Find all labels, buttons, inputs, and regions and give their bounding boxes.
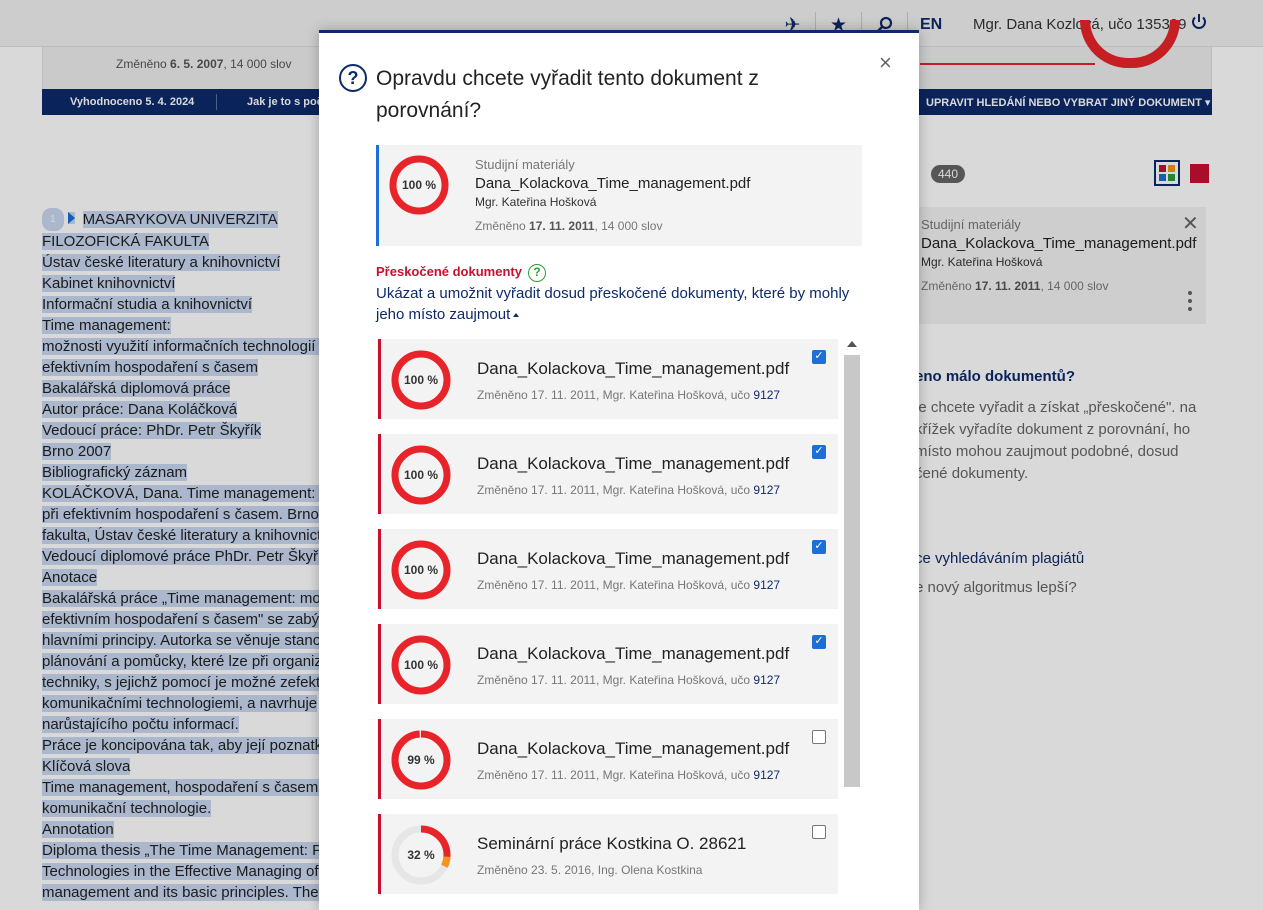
close-button[interactable]: × [879,50,892,76]
item-meta-text: Změněno 17. 11. 2011, Mgr. Kateřina Hošk… [477,578,754,592]
author-id-link[interactable]: 9127 [753,578,780,592]
item-filename[interactable]: Dana_Kolackova_Time_management.pdf [477,549,789,569]
author-id-link[interactable]: 9127 [753,483,780,497]
item-checkbox[interactable]: ✓ [812,350,826,364]
author-id-link[interactable]: 9127 [753,768,780,782]
ring-percent-label: 100 % [404,468,438,482]
skipped-document-item[interactable]: 100 % Dana_Kolackova_Time_management.pdf Z… [378,529,838,609]
item-checkbox[interactable]: ✓ [812,445,826,459]
item-meta: Změněno 17. 11. 2011, Mgr. Kateřina Hošk… [477,483,780,497]
similarity-ring: 32 % [391,825,451,885]
item-checkbox[interactable] [812,730,826,744]
ring-percent-label: 99 % [407,753,435,767]
confirm-remove-dialog: ? Opravdu chcete vyřadit tento dokument … [319,30,919,910]
ring-percent-label: 100 % [404,373,438,387]
skipped-document-item[interactable]: 32 % Seminární práce Kostkina O. 28621 Změ… [378,814,838,894]
item-filename[interactable]: Dana_Kolackova_Time_management.pdf [477,739,789,759]
skipped-document-item[interactable]: 99 % Dana_Kolackova_Time_management.pdf Zm… [378,719,838,799]
similarity-ring: 100 % [391,350,451,410]
similarity-ring: 99 % [391,730,451,790]
item-meta: Změněno 17. 11. 2011, Mgr. Kateřina Hošk… [477,388,780,402]
similarity-ring: 100 % [391,540,451,600]
caret-up-icon [513,313,520,317]
item-meta: Změněno 17. 11. 2011, Mgr. Kateřina Hošk… [477,578,780,592]
ring-percent-label: 100 % [402,178,436,192]
scrollbar-thumb[interactable] [844,355,860,787]
item-meta-text: Změněno 23. 5. 2016, Ing. Olena Kostkina [477,863,703,877]
skipped-documents-heading: Přeskočené dokumenty [376,264,522,279]
author-id-link[interactable]: 9127 [753,388,780,402]
item-meta-text: Změněno 17. 11. 2011, Mgr. Kateřina Hošk… [477,483,754,497]
document-changed: Změněno 17. 11. 2011, 14 000 slov [475,219,663,233]
item-checkbox[interactable]: ✓ [812,540,826,554]
ring-percent-label: 32 % [407,848,435,862]
similarity-ring: 100 % [389,155,449,215]
document-filename: Dana_Kolackova_Time_management.pdf [475,175,751,192]
skipped-document-item[interactable]: 100 % Dana_Kolackova_Time_management.pdf Z… [378,434,838,514]
author-id-link[interactable]: 9127 [753,673,780,687]
item-meta-text: Změněno 17. 11. 2011, Mgr. Kateřina Hošk… [477,388,754,402]
item-meta: Změněno 23. 5. 2016, Ing. Olena Kostkina [477,863,702,877]
help-icon[interactable]: ? [528,264,546,282]
document-author: Mgr. Kateřina Hošková [475,195,597,209]
item-filename[interactable]: Dana_Kolackova_Time_management.pdf [477,359,789,379]
item-filename[interactable]: Dana_Kolackova_Time_management.pdf [477,454,789,474]
skipped-documents-list[interactable]: 32 % Seminární práce Kostkina O. 28621 Změ… [376,339,862,910]
dialog-title: Opravdu chcete vyřadit tento dokument z … [376,67,759,122]
item-filename[interactable]: Dana_Kolackova_Time_management.pdf [477,644,789,664]
ring-percent-label: 100 % [404,658,438,672]
item-meta: Změněno 17. 11. 2011, Mgr. Kateřina Hošk… [477,673,780,687]
item-meta-text: Změněno 17. 11. 2011, Mgr. Kateřina Hošk… [477,768,754,782]
item-meta: Změněno 17. 11. 2011, Mgr. Kateřina Hošk… [477,768,780,782]
document-category: Studijní materiály [475,157,575,172]
similarity-ring: 100 % [391,445,451,505]
item-checkbox[interactable] [812,825,826,839]
question-icon: ? [339,64,367,92]
item-checkbox[interactable]: ✓ [812,635,826,649]
scrollbar[interactable] [844,339,860,910]
show-skipped-link[interactable]: Ukázat a umožnit vyřadit dosud přeskočen… [376,283,866,325]
similarity-ring: 100 % [391,635,451,695]
selected-document-card: 100 % Studijní materiály Dana_Kolackova_… [376,145,862,246]
item-filename[interactable]: Seminární práce Kostkina O. 28621 [477,834,746,854]
scroll-up-icon[interactable] [847,341,857,347]
skipped-document-item[interactable]: 100 % Dana_Kolackova_Time_management.pdf Z… [378,339,838,419]
ring-percent-label: 100 % [404,563,438,577]
item-meta-text: Změněno 17. 11. 2011, Mgr. Kateřina Hošk… [477,673,754,687]
skipped-document-item[interactable]: 100 % Dana_Kolackova_Time_management.pdf Z… [378,624,838,704]
